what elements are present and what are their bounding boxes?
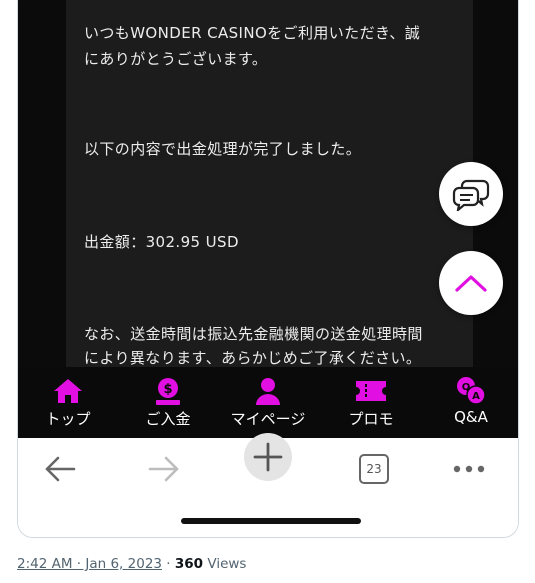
back-arrow-icon xyxy=(45,456,76,482)
tweet-meta: 2:42 AM · Jan 6, 2023 · 360 Views xyxy=(17,556,246,572)
tab-switcher-button[interactable]: 23 xyxy=(357,452,391,486)
nav-label: Q&A xyxy=(454,408,488,426)
qa-icon: Q A xyxy=(457,377,486,405)
nav-label: プロモ xyxy=(348,410,394,428)
withdrawal-amount: 出金額：302.95 USD xyxy=(84,233,239,251)
user-icon xyxy=(256,378,280,405)
tweet-media-card[interactable]: いつもWONDER CASINOをご利用いただき、誠 にありがとうございます。 … xyxy=(17,0,519,538)
email-line: にありがとうございます。 xyxy=(84,50,268,68)
ticket-icon xyxy=(356,381,386,401)
nav-item-mypage[interactable]: マイページ xyxy=(223,367,313,438)
more-menu-icon xyxy=(453,465,485,473)
nav-label: ご入金 xyxy=(145,410,191,428)
svg-text:$: $ xyxy=(163,382,172,397)
email-line: 以下の内容で出金処理が完了しました。 xyxy=(84,140,362,158)
nav-item-qa[interactable]: Q A Q&A xyxy=(436,367,506,438)
new-tab-button[interactable] xyxy=(244,433,292,481)
nav-label: トップ xyxy=(45,410,91,428)
app-bottom-nav: トップ $ ご入金 マイページ プロモ Q A Q&A xyxy=(18,367,518,438)
email-line: なお、送金時間は振込先金融機関の送金処理時間 xyxy=(84,325,423,343)
chat-bubbles-icon xyxy=(452,179,490,211)
more-menu-button[interactable] xyxy=(451,452,487,486)
meta-separator: · xyxy=(166,556,171,572)
forward-arrow-icon xyxy=(148,456,179,482)
svg-text:A: A xyxy=(472,391,480,402)
tab-switcher-icon: 23 xyxy=(359,454,389,484)
left-margin xyxy=(18,0,66,367)
nav-item-top[interactable]: トップ xyxy=(33,367,103,438)
nav-item-promo[interactable]: プロモ xyxy=(336,367,406,438)
email-line: いつもWONDER CASINOをご利用いただき、誠 xyxy=(84,24,421,42)
forward-button[interactable] xyxy=(146,452,182,486)
views-count: 360 xyxy=(174,556,204,572)
chat-button[interactable] xyxy=(439,162,503,226)
home-indicator xyxy=(181,518,361,524)
back-button[interactable] xyxy=(42,452,78,486)
phone-screenshot: いつもWONDER CASINOをご利用いただき、誠 にありがとうございます。 … xyxy=(18,0,518,438)
new-tab-plus-icon xyxy=(253,442,283,472)
tab-count: 23 xyxy=(366,462,382,476)
nav-item-deposit[interactable]: $ ご入金 xyxy=(133,367,203,438)
deposit-icon: $ xyxy=(156,378,180,405)
nav-label: マイページ xyxy=(230,410,306,428)
home-icon xyxy=(54,379,82,403)
views-label: Views xyxy=(207,556,247,572)
scroll-top-button[interactable] xyxy=(439,251,503,315)
chevron-up-icon xyxy=(455,275,487,292)
tweet-timestamp[interactable]: 2:42 AM · Jan 6, 2023 xyxy=(17,556,162,572)
